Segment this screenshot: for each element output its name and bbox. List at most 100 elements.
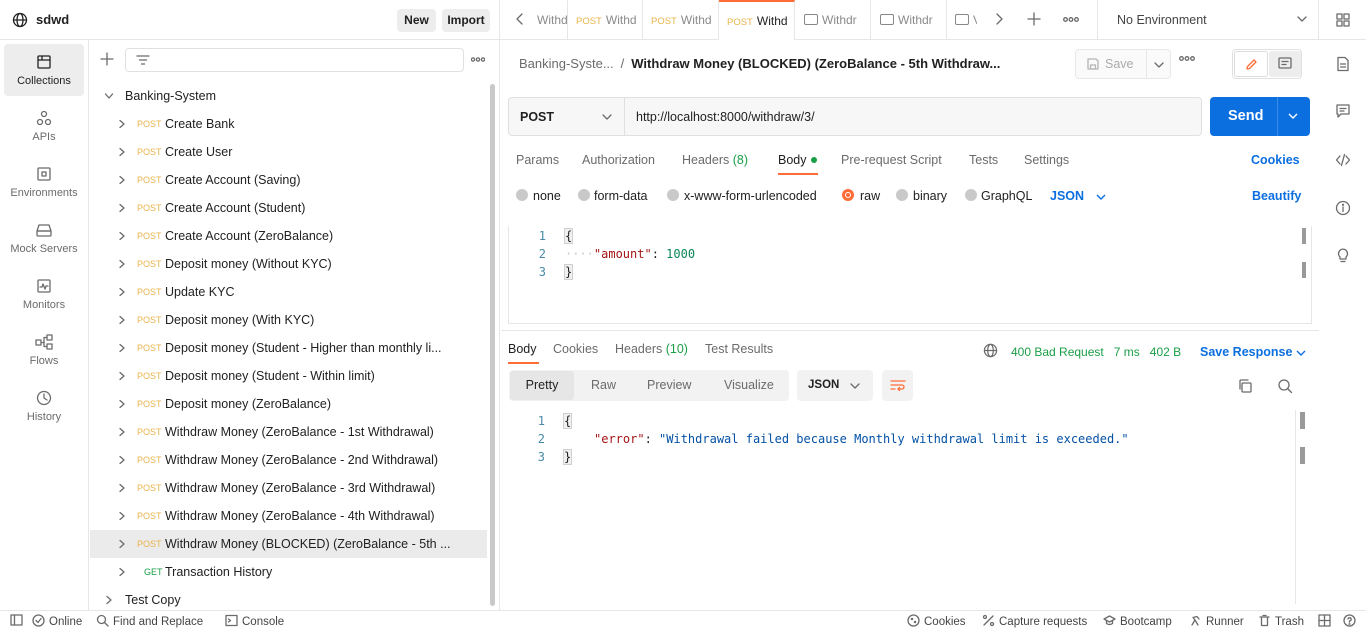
- request-tab-active[interactable]: POST Withd: [719, 0, 795, 40]
- request-tab[interactable]: POST Withd: [643, 0, 719, 40]
- tree-item-request[interactable]: GET Transaction History: [90, 558, 487, 586]
- globe-icon[interactable]: [983, 343, 998, 358]
- chevron-down-icon[interactable]: [1295, 347, 1307, 359]
- tree-item-request[interactable]: POST Create User: [90, 138, 487, 166]
- radio-none[interactable]: [516, 189, 528, 201]
- documentation-mode-button[interactable]: [1269, 51, 1301, 77]
- chevron-down-icon[interactable]: [1287, 110, 1299, 122]
- wrap-lines-button[interactable]: [882, 370, 913, 401]
- tab-test-results[interactable]: Test Results: [705, 342, 773, 356]
- send-button[interactable]: Send: [1210, 97, 1310, 136]
- more-icon[interactable]: [1179, 56, 1195, 61]
- chevron-right-icon[interactable]: [993, 12, 1005, 26]
- rail-item-history[interactable]: History: [4, 380, 84, 432]
- tab-authorization[interactable]: Authorization: [582, 153, 655, 167]
- format-visualize[interactable]: Visualize: [724, 378, 774, 392]
- tree-item-request[interactable]: POST Create Bank: [90, 110, 487, 138]
- tab-tests[interactable]: Tests: [969, 153, 998, 167]
- chevron-down-icon[interactable]: [1095, 191, 1107, 203]
- edit-mode-button[interactable]: [1234, 51, 1268, 77]
- format-raw[interactable]: Raw: [591, 378, 616, 392]
- viewer-scrollbar[interactable]: [1300, 412, 1305, 429]
- tree-item-request[interactable]: POST Create Account (Saving): [90, 166, 487, 194]
- sidebar-more-icon[interactable]: [471, 57, 485, 62]
- rail-item-monitors[interactable]: Monitors: [4, 268, 84, 320]
- new-button[interactable]: New: [397, 9, 436, 32]
- rail-item-environments[interactable]: Environments: [4, 156, 84, 208]
- tab-response-headers[interactable]: Headers (10): [615, 342, 688, 356]
- search-icon[interactable]: [1277, 378, 1293, 394]
- help-icon[interactable]: [1343, 614, 1360, 628]
- breadcrumb-parent[interactable]: Banking-Syste...: [519, 56, 614, 71]
- editor-scrollbar[interactable]: [1302, 228, 1306, 244]
- radio-raw[interactable]: [842, 189, 854, 201]
- request-tab[interactable]: POST Withd: [568, 0, 643, 40]
- radio-binary[interactable]: [896, 189, 908, 201]
- tree-item-request[interactable]: POST Withdraw Money (ZeroBalance - 1st W…: [90, 418, 487, 446]
- method-select[interactable]: POST: [509, 98, 625, 135]
- url-input[interactable]: http://localhost:8000/withdraw/3/: [636, 110, 815, 124]
- add-collection-plus-icon[interactable]: [100, 52, 114, 66]
- import-button[interactable]: Import: [442, 9, 490, 32]
- documentation-icon[interactable]: [1335, 56, 1351, 72]
- tree-item-request[interactable]: POST Create Account (ZeroBalance): [90, 222, 487, 250]
- new-tab-plus-icon[interactable]: [1027, 12, 1041, 26]
- tree-item-request[interactable]: POST Update KYC: [90, 278, 487, 306]
- find-and-replace[interactable]: Find and Replace: [96, 614, 203, 628]
- cookies-link[interactable]: Cookies: [1251, 153, 1300, 167]
- rail-item-apis[interactable]: APIs: [4, 100, 84, 152]
- collection-search-input[interactable]: [125, 48, 464, 72]
- request-title[interactable]: Withdraw Money (BLOCKED) (ZeroBalance - …: [631, 56, 1000, 71]
- response-status[interactable]: 400 Bad Request 7 ms 402 B: [1011, 345, 1181, 359]
- tree-item-request[interactable]: POST Withdraw Money (ZeroBalance - 3rd W…: [90, 474, 487, 502]
- editor-scrollbar[interactable]: [1302, 262, 1306, 278]
- tree-item-request[interactable]: POST Withdraw Money (ZeroBalance - 2nd W…: [90, 446, 487, 474]
- tab-response-cookies[interactable]: Cookies: [553, 342, 598, 356]
- settings-icon[interactable]: [1335, 12, 1351, 28]
- chevron-left-icon[interactable]: [514, 12, 526, 26]
- request-tab[interactable]: Withdr: [795, 0, 871, 40]
- filter-icon[interactable]: [136, 54, 150, 66]
- rail-item-collections[interactable]: Collections: [4, 44, 84, 96]
- request-tab[interactable]: Withd: [537, 0, 568, 40]
- more-icon[interactable]: [1063, 17, 1079, 22]
- response-language-select[interactable]: JSON: [797, 370, 873, 401]
- tree-item-request-selected[interactable]: POST Withdraw Money (BLOCKED) (ZeroBalan…: [90, 530, 487, 558]
- collection-test-copy[interactable]: Test Copy: [90, 586, 487, 610]
- bootcamp-button[interactable]: Bootcamp: [1103, 614, 1172, 628]
- viewer-scrollbar[interactable]: [1300, 447, 1305, 464]
- tab-params[interactable]: Params: [516, 153, 559, 167]
- rail-item-flows[interactable]: Flows: [4, 324, 84, 376]
- toggle-sidebar-icon[interactable]: [10, 614, 27, 627]
- tree-item-request[interactable]: POST Deposit money (Without KYC): [90, 250, 487, 278]
- tree-item-request[interactable]: POST Deposit money (Student - Within lim…: [90, 362, 487, 390]
- beautify-button[interactable]: Beautify: [1252, 189, 1301, 203]
- tab-pre-request-script[interactable]: Pre-request Script: [841, 153, 942, 167]
- language-select[interactable]: JSON: [1050, 189, 1084, 203]
- tab-body[interactable]: Body: [778, 153, 817, 167]
- radio-urlencoded[interactable]: [667, 189, 679, 201]
- radio-graphql[interactable]: [965, 189, 977, 201]
- radio-form-data[interactable]: [578, 189, 590, 201]
- workspace-name[interactable]: sdwd: [36, 12, 69, 27]
- trash-button[interactable]: Trash: [1258, 614, 1304, 628]
- collection-banking-system[interactable]: Banking-System: [90, 82, 487, 110]
- sidebar-scrollbar[interactable]: [490, 84, 495, 606]
- tree-item-request[interactable]: POST Withdraw Money (ZeroBalance - 4th W…: [90, 502, 487, 530]
- lightbulb-icon[interactable]: [1335, 247, 1351, 263]
- info-icon[interactable]: [1335, 200, 1351, 216]
- response-body-viewer[interactable]: 1 2 3 { "error": "Withdrawal failed beca…: [508, 410, 1312, 604]
- save-button[interactable]: Save: [1075, 49, 1171, 79]
- request-tab[interactable]: V: [947, 0, 977, 40]
- rail-item-mock-servers[interactable]: Mock Servers: [4, 212, 84, 264]
- runner-button[interactable]: Runner: [1189, 614, 1244, 628]
- format-preview[interactable]: Preview: [647, 378, 691, 392]
- environment-selector[interactable]: No Environment: [1097, 0, 1319, 40]
- chevron-down-icon[interactable]: [1153, 59, 1165, 71]
- code-icon[interactable]: [1335, 152, 1351, 168]
- online-status[interactable]: Online: [32, 614, 82, 628]
- request-tab[interactable]: Withdr: [871, 0, 947, 40]
- tab-settings[interactable]: Settings: [1024, 153, 1069, 167]
- tree-item-request[interactable]: POST Create Account (Student): [90, 194, 487, 222]
- tree-item-request[interactable]: POST Deposit money (Student - Higher tha…: [90, 334, 487, 362]
